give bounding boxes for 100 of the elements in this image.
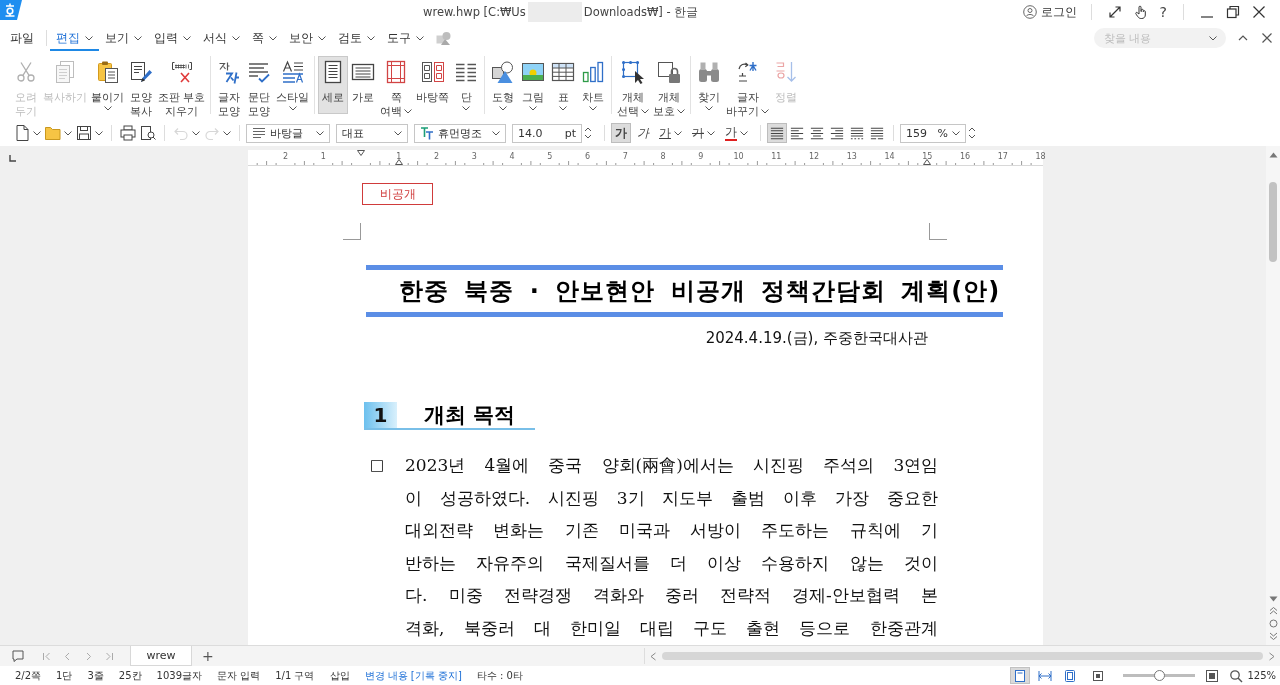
chevron-down-icon[interactable] [1209,36,1217,41]
shape-button[interactable]: 도형 [488,56,519,114]
expand-arrows-icon[interactable] [1107,5,1122,19]
master-page-button[interactable]: 바탕쪽 [414,56,452,114]
close-icon[interactable] [1260,31,1274,45]
menu-tab[interactable]: 파일 [4,27,40,51]
chevron-down-icon[interactable] [761,108,770,114]
spinner-icon[interactable] [584,125,592,141]
menu-tab[interactable]: 편집 [50,27,99,51]
chevron-down-icon[interactable] [64,130,72,136]
circle-icon[interactable] [1268,619,1278,628]
indent-marker-icon[interactable] [357,150,365,156]
chevron-down-icon[interactable] [183,35,191,41]
menu-tab[interactable]: 보기 [99,27,148,51]
chevron-down-icon[interactable] [589,106,598,111]
view-mode-button[interactable] [1010,667,1031,684]
picture-button[interactable]: 그림 [518,56,549,114]
slider-thumb[interactable] [1154,670,1166,681]
chevron-down-icon[interactable] [394,130,402,136]
chevron-down-icon[interactable] [269,35,277,41]
search-icon[interactable] [1229,668,1244,683]
spinner-icon[interactable] [968,125,976,141]
chevron-down-icon[interactable] [288,106,297,111]
chevron-down-icon[interactable] [952,130,960,136]
save-button[interactable] [74,123,105,143]
menu-tab[interactable]: 도구 [381,27,430,51]
arrow-right-icon[interactable] [1267,651,1276,661]
landscape-button[interactable]: 가로 [348,56,379,114]
sheet-tab[interactable]: wrew [130,646,192,666]
close-icon[interactable] [1252,5,1266,19]
character-style-button[interactable]: 가 [611,123,631,143]
note-icon[interactable] [12,650,24,662]
menu-tab[interactable]: 쪽 [246,27,283,51]
menu-tab[interactable]: 보안 [283,27,332,51]
arrow-left-icon[interactable] [649,651,658,661]
chevron-down-icon[interactable] [740,130,748,136]
login-button[interactable]: 로그인 [1018,4,1081,20]
arrow-up-icon[interactable] [1268,152,1278,158]
tab-stop-icon[interactable] [8,153,17,163]
character-style-button[interactable]: 가 [655,123,686,143]
language-dropdown[interactable]: 대표 [336,123,408,143]
portrait-button[interactable]: 세로 [318,56,349,114]
chevron-down-icon[interactable] [559,106,568,111]
chevron-down-icon[interactable] [134,35,142,41]
font-dropdown[interactable]: 휴먼명조 [414,123,506,143]
chevron-down-icon[interactable] [705,106,714,111]
double-chevron-down-icon[interactable] [1268,632,1278,641]
columns-button[interactable]: 단 [451,56,482,114]
ruler[interactable]: 2 1 1 2 3 4 5 6 7 8 9 10 11 12 13 14 15 16 17 18 [248,150,1043,166]
hand-pointer-icon[interactable] [1133,5,1148,19]
help-button[interactable]: ? [1153,4,1173,20]
chevron-down-icon[interactable] [232,35,240,41]
scrollbar-thumb[interactable] [1269,182,1277,262]
font-size-field[interactable]: 14.0 pt [512,123,582,143]
table-button[interactable]: 표 [548,56,579,114]
add-tab-button[interactable]: + [198,648,218,664]
zoom-level[interactable]: 125% [1247,670,1276,681]
arrow-down-icon[interactable] [1268,596,1278,602]
menu-tab[interactable]: 검토 [332,27,381,51]
chevron-down-icon[interactable] [316,130,324,136]
chevron-down-icon[interactable] [404,108,413,114]
chevron-down-icon[interactable] [95,130,103,136]
chevron-down-icon[interactable] [707,130,715,136]
chevron-down-icon[interactable] [529,106,538,111]
chevron-down-icon[interactable] [318,35,326,41]
character-style-button[interactable]: 가 [688,123,719,143]
scrollbar-thumb[interactable] [662,652,1263,660]
chevron-down-icon[interactable] [462,106,471,111]
chevron-down-icon[interactable] [85,35,93,41]
chevron-down-icon[interactable] [674,130,682,136]
paste-button[interactable]: 붙이기 [89,56,126,114]
zoom-field[interactable]: 159 % [900,123,966,143]
find-button[interactable]: 찾기 [694,56,725,114]
single-page-icon[interactable] [1091,668,1106,683]
print-button[interactable] [118,123,138,143]
character-style-button[interactable]: 가 [633,123,653,143]
style-button[interactable]: 스타일 [274,56,312,114]
letter-shapes-icon [217,60,242,84]
chevron-down-icon[interactable] [103,106,112,111]
track-changes-link[interactable]: 변경 내용 [기록 중지] [364,668,462,683]
chevron-down-icon[interactable] [641,108,650,114]
chevron-down-icon[interactable] [416,35,424,41]
chevron-down-icon[interactable] [677,108,686,114]
style-dropdown[interactable]: 바탕글 [246,123,330,143]
character-style-button[interactable]: 가 [721,123,752,143]
double-chevron-up-icon[interactable] [1268,606,1278,615]
menu-tab[interactable]: 입력 [148,27,197,51]
chevron-down-icon[interactable] [367,35,375,41]
chart-button[interactable]: 차트 [578,56,609,114]
menu-tab[interactable]: 서식 [197,27,246,51]
chevron-down-icon[interactable] [499,106,508,111]
corner-mark-icon [343,223,361,240]
chevron-down-icon[interactable] [492,130,500,136]
restore-icon[interactable] [1226,5,1240,19]
chevron-down-icon[interactable] [33,130,41,136]
ruler-label: 18 [1035,152,1046,161]
print-preview-button[interactable] [138,123,158,143]
protect-object-button[interactable]: 개체 보호 [651,56,688,114]
justify-button[interactable] [767,123,787,143]
multi-page-icon[interactable] [1205,668,1220,683]
